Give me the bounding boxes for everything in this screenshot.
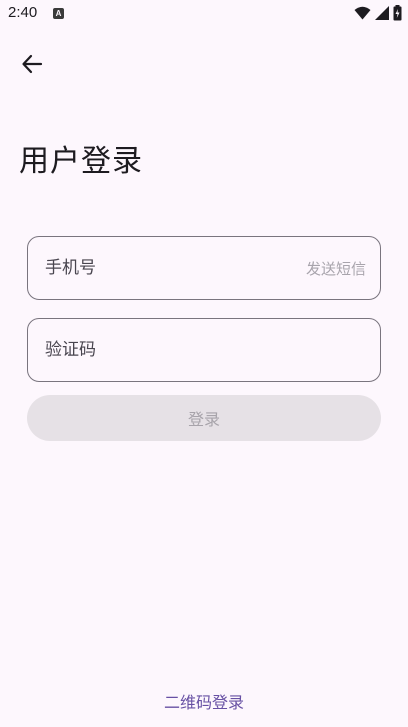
status-bar: 2:40 A [0, 0, 408, 28]
status-time: 2:40 [8, 4, 38, 21]
arrow-left-icon [22, 54, 43, 74]
code-field[interactable] [27, 318, 381, 382]
send-sms-button[interactable]: 发送短信 [306, 237, 366, 299]
battery-icon [393, 5, 402, 21]
login-button[interactable]: 登录 [27, 395, 381, 441]
page-title: 用户登录 [19, 144, 143, 179]
wifi-icon [354, 6, 371, 20]
status-icons [354, 5, 402, 21]
notification-badge-icon: A [53, 8, 64, 19]
phone-field[interactable]: 发送短信 [27, 236, 381, 300]
back-button[interactable] [14, 46, 50, 82]
code-input[interactable] [45, 319, 295, 381]
qr-login-link[interactable]: 二维码登录 [0, 689, 408, 713]
phone-input[interactable] [45, 237, 295, 299]
signal-icon [375, 6, 389, 20]
